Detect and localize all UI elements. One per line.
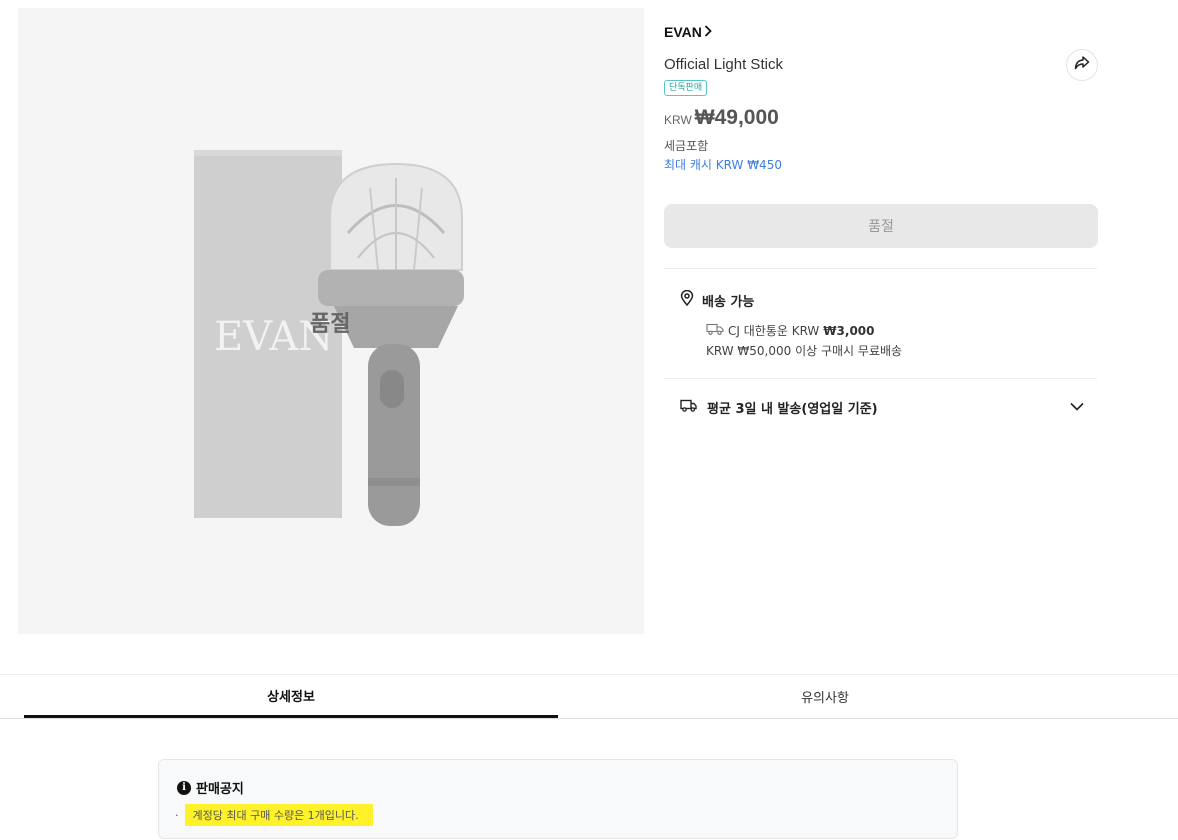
- sales-notice-box: i 판매공지 · 계정당 최대 구매 수량은 1개입니다.: [158, 759, 958, 839]
- product-name: Official Light Stick: [664, 56, 783, 73]
- soldout-button[interactable]: 품절: [664, 204, 1098, 248]
- tab-precautions[interactable]: 유의사항: [558, 675, 1092, 718]
- notice-item: · 계정당 최대 구매 수량은 1개입니다.: [175, 804, 373, 826]
- shipping-carrier-line: CJ 대한통운 KRW ₩3,000: [706, 322, 875, 339]
- price-value: ₩49,000: [694, 106, 779, 129]
- divider: [664, 268, 1097, 269]
- tab-detail-info[interactable]: 상세정보: [24, 675, 558, 718]
- truck-icon: [706, 323, 724, 338]
- dispatch-info-toggle[interactable]: 평균 3일 내 발송(영업일 기준): [680, 398, 1084, 417]
- info-icon: i: [177, 780, 191, 795]
- notice-title-label: 판매공지: [196, 782, 244, 797]
- brand-name: EVAN: [664, 24, 702, 40]
- shipping-carrier: CJ 대한통운 KRW: [728, 324, 820, 338]
- product-image[interactable]: EVAN 품절: [18, 8, 644, 634]
- share-button[interactable]: [1066, 49, 1098, 81]
- share-icon: [1074, 55, 1090, 76]
- shipping-fee: ₩3,000: [823, 323, 875, 338]
- chevron-down-icon[interactable]: [1070, 400, 1084, 415]
- exclusive-badge: 단독판매: [664, 80, 708, 96]
- cash-note: 최대 캐시 KRW ₩450: [664, 158, 782, 172]
- truck-icon: [680, 399, 697, 416]
- light-stick-ring: [318, 270, 464, 306]
- price-row: KRW ₩49,000: [664, 106, 779, 130]
- notice-title: i 판매공지: [177, 778, 244, 797]
- divider: [664, 378, 1097, 379]
- dispatch-label: 평균 3일 내 발송(영업일 기준): [707, 402, 878, 417]
- tabs-bottom-border: [0, 718, 1178, 719]
- shipping-free-note: KRW ₩50,000 이상 구매시 무료배송: [706, 344, 903, 358]
- location-pin-icon: [680, 289, 694, 310]
- brand-link[interactable]: EVAN: [664, 24, 712, 40]
- shipping-title: 배송 가능: [680, 289, 755, 310]
- tax-note: 세금포함: [664, 139, 709, 153]
- soldout-overlay: 품절: [310, 312, 351, 337]
- shipping-title-label: 배송 가능: [702, 294, 755, 310]
- price-currency: KRW: [664, 113, 692, 127]
- notice-item-text: 계정당 최대 구매 수량은 1개입니다.: [184, 804, 373, 826]
- chevron-right-icon: [704, 25, 712, 39]
